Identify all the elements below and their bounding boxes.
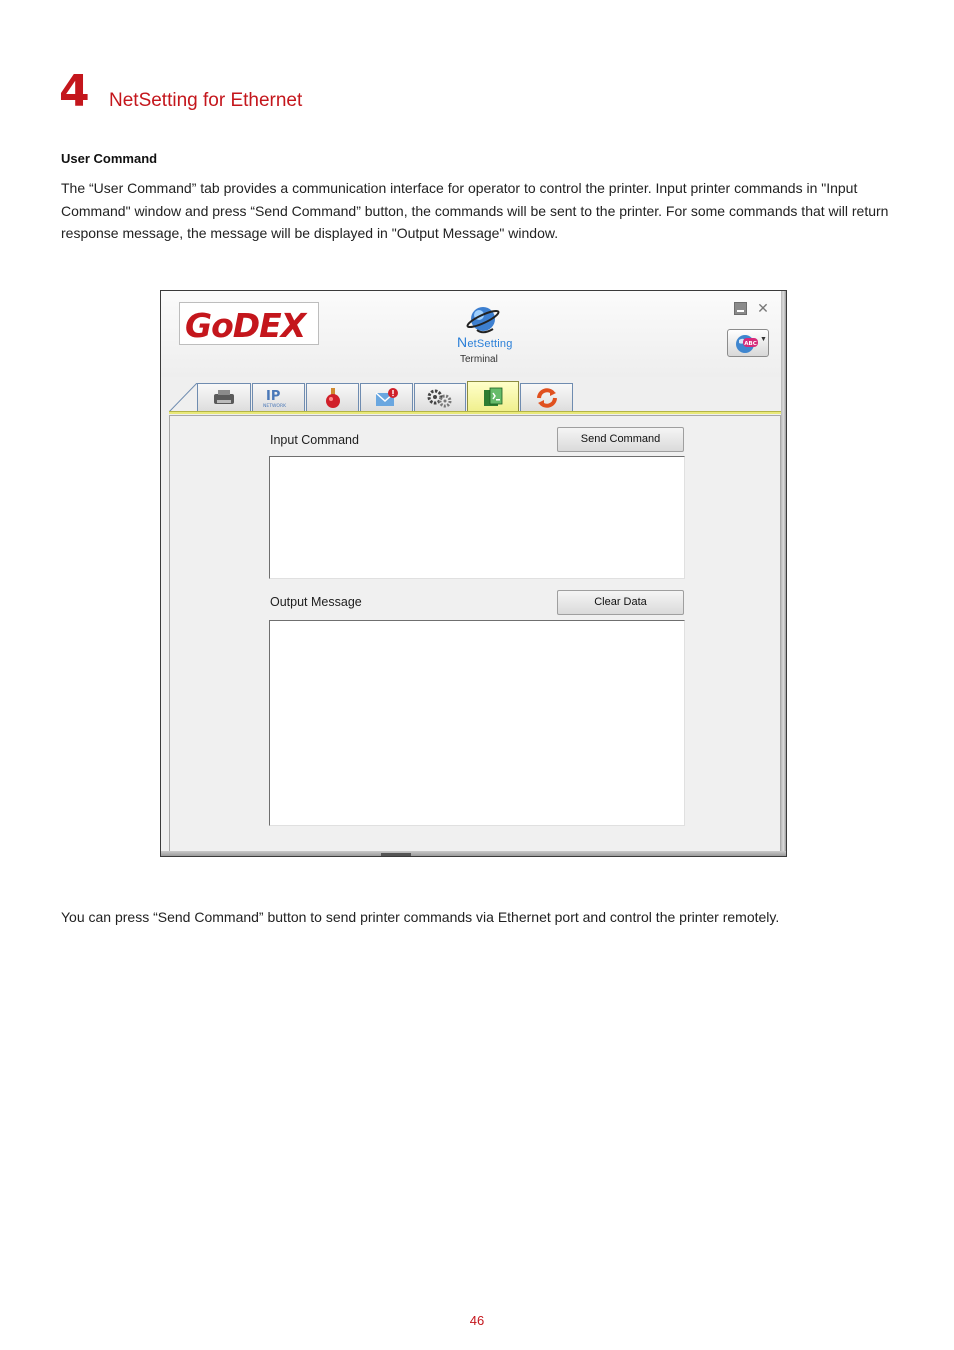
output-message-field (269, 620, 685, 826)
section-heading: User Command (61, 151, 158, 166)
svg-text:NETWORK: NETWORK (263, 403, 287, 409)
gears-icon (427, 389, 452, 408)
logo-wordmark: GoDEX (185, 306, 308, 343)
network-ip-icon: IP NETWORK (263, 389, 287, 409)
clear-data-button[interactable]: Clear Data (557, 590, 684, 615)
tab-configuration[interactable] (414, 383, 466, 412)
tab-slant-decoration (169, 383, 198, 412)
tab-printer[interactable] (197, 383, 251, 412)
minimize-button[interactable] (734, 302, 747, 315)
hand-bell-icon (325, 388, 340, 408)
user-command-panel: Input Command Send Command Output Messag… (169, 415, 781, 852)
send-command-button[interactable]: Send Command (557, 427, 684, 452)
language-button[interactable]: ABC ▼ (727, 329, 769, 357)
tab-refresh[interactable] (520, 383, 573, 412)
window-right-frame (781, 291, 786, 856)
window-resize-grip[interactable] (381, 853, 411, 856)
terminal-icon (484, 387, 503, 406)
chevron-down-icon: ▼ (760, 336, 767, 343)
note-paragraph: You can press “Send Command” button to s… (61, 909, 780, 925)
svg-text:IP: IP (266, 389, 280, 404)
tab-control[interactable] (306, 383, 359, 412)
intro-paragraph: The “User Command” tab provides a commun… (61, 180, 889, 241)
tab-bar: IP NETWORK (169, 381, 781, 414)
close-icon: ✕ (757, 300, 769, 316)
input-command-field[interactable] (269, 456, 685, 579)
tab-alert[interactable] (360, 383, 413, 412)
printer-icon (214, 390, 234, 404)
svg-text:ABC: ABC (744, 341, 757, 347)
netsetting-wordmark: NetSetting (457, 334, 513, 350)
refresh-icon (536, 388, 557, 408)
output-message-label: Output Message (270, 595, 362, 609)
mode-label: Terminal (460, 354, 498, 365)
tab-user-command[interactable] (467, 381, 519, 413)
window-bottom-frame (161, 851, 786, 856)
input-command-label: Input Command (270, 433, 359, 447)
mail-alert-icon (375, 388, 398, 406)
tab-baseline (169, 411, 781, 414)
chapter-title: NetSetting for Ethernet (109, 90, 303, 111)
close-button[interactable]: ✕ (756, 301, 770, 315)
app-header: GoDEX NetSetting Terminal ✕ ABC ▼ (161, 291, 782, 377)
tab-network[interactable]: IP NETWORK (252, 383, 305, 412)
page-number: 46 (469, 1313, 485, 1328)
netsetting-window: GoDEX NetSetting Terminal ✕ ABC ▼ IP NET… (160, 290, 787, 857)
godex-logo: GoDEX (179, 302, 319, 345)
language-globe-icon: ABC (736, 335, 758, 353)
chapter-number: 4 (59, 66, 90, 117)
